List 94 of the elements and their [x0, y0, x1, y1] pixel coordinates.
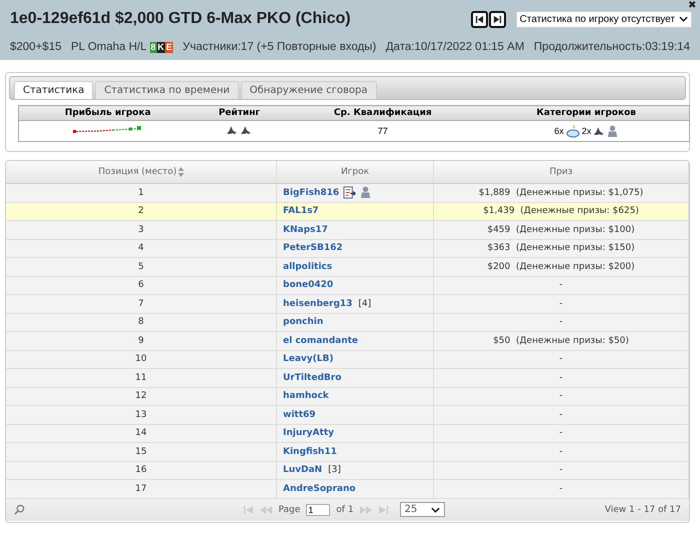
player-link[interactable]: LuvDaN: [283, 465, 322, 476]
buyin-text: $200+$15: [10, 41, 62, 53]
game-badge: 8 K E: [150, 42, 174, 52]
table-cell: 10: [6, 350, 276, 368]
prize-text: -: [559, 298, 563, 309]
table-cell: 9: [6, 332, 276, 350]
entrants-text: Участники:17 (+5 Повторные входы): [182, 41, 376, 53]
skip-forward-icon: [492, 14, 502, 24]
table-cell: 11: [6, 368, 276, 387]
person-icon: [607, 124, 618, 138]
notes-icon: [343, 186, 356, 200]
shark-icon: [593, 126, 606, 136]
column-header: Рейтинг: [196, 106, 282, 120]
fishbowl-icon: [566, 124, 580, 138]
category-count: 6x: [554, 126, 564, 136]
player-link[interactable]: Leavy(LB): [283, 354, 334, 364]
rebuy-count: [4]: [358, 298, 372, 309]
table-cell: 15: [6, 442, 276, 461]
skip-back-icon: [474, 14, 484, 24]
table-cell: 7: [6, 294, 276, 313]
player-link[interactable]: ponchin: [283, 317, 324, 328]
prize-text: -: [559, 484, 563, 494]
first-button[interactable]: [470, 10, 488, 28]
player-link[interactable]: FAL1s7: [283, 206, 319, 216]
rebuy-count: [3]: [328, 465, 341, 476]
column-header[interactable]: Игрок: [276, 161, 434, 184]
next-page-icon[interactable]: [360, 506, 372, 514]
player-stats-dropdown[interactable]: Статистика по игроку отсутствует: [516, 10, 692, 28]
shark-icon: [240, 124, 252, 136]
qualification-value: 77: [378, 126, 388, 136]
column-header: Ср. Квалификация: [282, 106, 484, 120]
table-cell: 17: [6, 480, 276, 498]
prize-text: $459 (Денежные призы: $100): [487, 224, 635, 235]
prize-text: -: [559, 372, 563, 383]
table-cell: 5: [6, 258, 276, 276]
prize-text: -: [559, 354, 563, 364]
prize-text: $200 (Денежные призы: $200): [487, 262, 635, 272]
table-cell: 2: [6, 202, 276, 220]
last-page-icon[interactable]: [378, 506, 388, 514]
prize-text: -: [559, 465, 563, 476]
player-link[interactable]: bone0420: [283, 280, 334, 290]
table-cell: 4: [6, 239, 276, 258]
prize-text: $1,889 (Денежные призы: $1,075): [478, 188, 644, 198]
page-field[interactable]: 1: [306, 504, 330, 516]
prize-text: $50 (Денежные призы: $50): [493, 336, 629, 346]
category-count: 2x: [582, 126, 592, 136]
prize-text: $1,439 (Денежные призы: $625): [483, 206, 639, 216]
duration-text: Продолжительность:03:19:14: [534, 41, 690, 53]
close-button[interactable]: ✖: [688, 0, 696, 12]
last-button[interactable]: [488, 10, 506, 28]
table-cell: 16: [6, 461, 276, 480]
prize-text: -: [559, 428, 563, 438]
prize-text: -: [559, 391, 563, 402]
column-header[interactable]: Приз: [434, 161, 688, 184]
player-link[interactable]: KNaps17: [283, 224, 328, 235]
date-text: Дата:10/17/2022 01:15 AM: [386, 41, 524, 53]
table-cell: 14: [6, 424, 276, 442]
prize-text: -: [559, 446, 563, 457]
prize-text: $363 (Денежные призы: $150): [487, 243, 635, 254]
window-title: 1e0-129ef61d $2,000 GTD 6-Max PKO (Chico): [10, 10, 352, 28]
first-page-icon[interactable]: [244, 506, 254, 514]
player-link[interactable]: witt69: [283, 410, 316, 420]
shark-icon: [226, 124, 238, 136]
sort-icon: [178, 167, 184, 177]
game-text: PL Omaha H/L: [71, 41, 147, 53]
player-link[interactable]: Kingfish11: [283, 446, 337, 457]
prize-text: -: [559, 410, 563, 420]
column-header: Прибыль игрока: [18, 106, 197, 120]
tab[interactable]: Статистика: [14, 81, 94, 99]
page-count: of 1: [336, 504, 354, 514]
table-cell: 12: [6, 387, 276, 406]
player-link[interactable]: InjuryAtty: [283, 428, 334, 438]
record-count: View 1 - 17 of 17: [604, 504, 681, 514]
tab[interactable]: Обнаружение сговора: [240, 81, 376, 99]
column-header: Категории игроков: [484, 106, 690, 120]
previous-page-icon[interactable]: [260, 506, 272, 514]
column-header[interactable]: Позиция (место): [6, 161, 276, 184]
prize-text: -: [559, 317, 563, 328]
page-size-dropdown[interactable]: 25: [400, 502, 446, 517]
chevron-icon: [431, 506, 440, 512]
prize-text: -: [559, 280, 563, 290]
tab[interactable]: Статистика по времени: [95, 81, 239, 99]
player-link[interactable]: heisenberg13: [283, 298, 352, 309]
table-cell: 1: [6, 184, 276, 202]
chevron-icon: [679, 16, 688, 22]
person-icon: [360, 186, 372, 200]
table-cell: 3: [6, 220, 276, 239]
player-link[interactable]: hamhock: [283, 391, 329, 402]
page-label: Page: [278, 504, 300, 514]
search-icon[interactable]: [14, 504, 25, 515]
table-cell: 8: [6, 313, 276, 332]
player-link[interactable]: allpolitics: [283, 262, 332, 272]
table-cell: 13: [6, 406, 276, 424]
table-cell: 6: [6, 276, 276, 294]
